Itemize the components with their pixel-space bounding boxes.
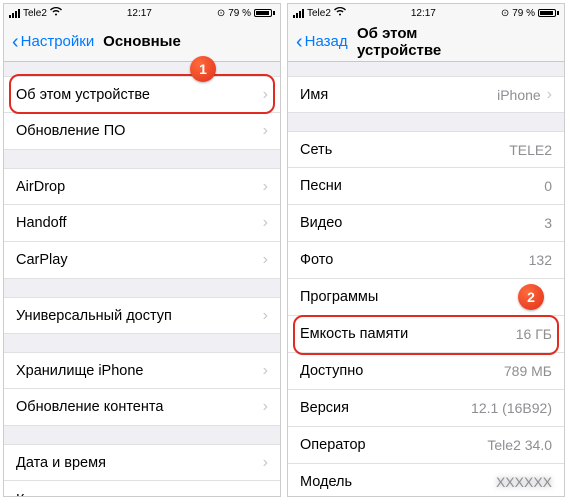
row-handoff[interactable]: Handoff › bbox=[4, 205, 280, 242]
alarm-icon: ⊙ bbox=[501, 8, 509, 19]
status-bar: Tele2 12:17 ⊙ 79 % bbox=[288, 4, 564, 22]
status-bar: Tele2 12:17 ⊙ 79 % bbox=[4, 4, 280, 22]
row-photos: Фото 132 bbox=[288, 242, 564, 279]
chevron-right-icon: › bbox=[263, 398, 268, 416]
chevron-right-icon: › bbox=[263, 214, 268, 232]
battery-pct: 79 % bbox=[228, 8, 251, 19]
row-iphone-storage[interactable]: Хранилище iPhone › bbox=[4, 352, 280, 389]
row-airdrop[interactable]: AirDrop › bbox=[4, 168, 280, 205]
battery-icon bbox=[538, 9, 559, 17]
phone-right-about: Tele2 12:17 ⊙ 79 % ‹ Назад Об этом устро… bbox=[287, 3, 565, 497]
row-version: Версия 12.1 (16B92) bbox=[288, 390, 564, 427]
back-label: Настройки bbox=[21, 33, 95, 50]
row-accessibility[interactable]: Универсальный доступ › bbox=[4, 297, 280, 334]
settings-list[interactable]: Об этом устройстве › Обновление ПО › Air… bbox=[4, 62, 280, 496]
page-title: Об этом устройстве bbox=[357, 25, 495, 59]
back-button[interactable]: ‹ Настройки bbox=[12, 32, 94, 52]
alarm-icon: ⊙ bbox=[217, 8, 225, 19]
battery-pct: 79 % bbox=[512, 8, 535, 19]
row-software-update[interactable]: Обновление ПО › bbox=[4, 113, 280, 150]
chevron-right-icon: › bbox=[263, 86, 268, 104]
chevron-right-icon: › bbox=[263, 122, 268, 140]
chevron-right-icon: › bbox=[263, 362, 268, 380]
carrier-label: Tele2 bbox=[23, 8, 47, 19]
signal-icon bbox=[293, 9, 304, 18]
nav-bar: ‹ Настройки Основные bbox=[4, 22, 280, 62]
chevron-left-icon: ‹ bbox=[296, 32, 303, 52]
row-network: Сеть TELE2 bbox=[288, 131, 564, 168]
row-carplay[interactable]: CarPlay › bbox=[4, 242, 280, 279]
row-capacity: Емкость памяти 16 ГБ bbox=[288, 316, 564, 353]
row-keyboard[interactable]: Клавиатура › bbox=[4, 481, 280, 496]
chevron-right-icon: › bbox=[547, 86, 552, 104]
row-name[interactable]: Имя iPhone› bbox=[288, 76, 564, 113]
chevron-right-icon: › bbox=[263, 454, 268, 472]
battery-icon bbox=[254, 9, 275, 17]
back-label: Назад bbox=[305, 33, 348, 50]
nav-bar: ‹ Назад Об этом устройстве bbox=[288, 22, 564, 62]
row-carrier: Оператор Tele2 34.0 bbox=[288, 427, 564, 464]
back-button[interactable]: ‹ Назад bbox=[296, 32, 348, 52]
signal-icon bbox=[9, 9, 20, 18]
clock-label: 12:17 bbox=[127, 8, 152, 19]
wifi-icon bbox=[50, 7, 62, 19]
chevron-right-icon: › bbox=[263, 491, 268, 497]
clock-label: 12:17 bbox=[411, 8, 436, 19]
row-about[interactable]: Об этом устройстве › bbox=[4, 76, 280, 113]
chevron-right-icon: › bbox=[263, 178, 268, 196]
chevron-right-icon: › bbox=[263, 251, 268, 269]
carrier-label: Tele2 bbox=[307, 8, 331, 19]
row-model: Модель XXXXXX bbox=[288, 464, 564, 496]
row-available: Доступно 789 МБ bbox=[288, 353, 564, 390]
row-background-refresh[interactable]: Обновление контента › bbox=[4, 389, 280, 426]
row-apps: Программы bbox=[288, 279, 564, 316]
chevron-left-icon: ‹ bbox=[12, 32, 19, 52]
chevron-right-icon: › bbox=[263, 307, 268, 325]
row-songs: Песни 0 bbox=[288, 168, 564, 205]
page-title: Основные bbox=[103, 33, 181, 50]
row-videos: Видео 3 bbox=[288, 205, 564, 242]
row-date-time[interactable]: Дата и время › bbox=[4, 444, 280, 481]
wifi-icon bbox=[334, 7, 346, 19]
about-list[interactable]: Имя iPhone› Сеть TELE2 Песни 0 Видео 3 Ф… bbox=[288, 62, 564, 496]
phone-left-general: Tele2 12:17 ⊙ 79 % ‹ Настройки Основные … bbox=[3, 3, 281, 497]
